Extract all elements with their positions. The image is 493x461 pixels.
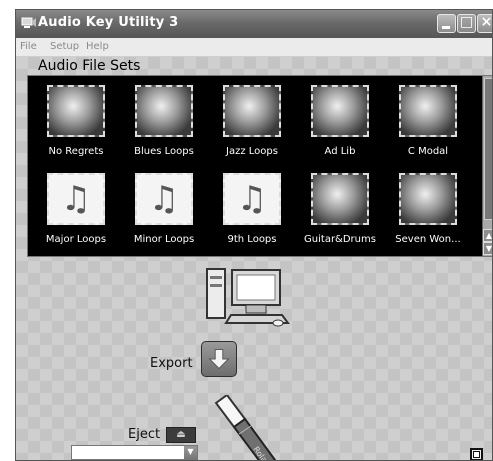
usb-drive-icon: Roland (214, 395, 277, 460)
file-set-9th-loops[interactable]: ♫ 9th Loops (208, 168, 296, 254)
maximize-icon: □ (459, 14, 474, 30)
file-set-label: Jazz Loops (226, 146, 278, 157)
file-set-label: Blues Loops (134, 146, 194, 157)
eject-button[interactable]: ⏏ (166, 427, 196, 443)
main-content: Audio File Sets No Regrets Blues Loops J… (16, 57, 493, 460)
photo-thumbnail-icon (311, 173, 369, 225)
minimize-icon (442, 26, 450, 29)
eject-icon: ⏏ (176, 429, 186, 440)
file-set-label: No Regrets (48, 146, 104, 157)
eject-label: Eject (128, 427, 161, 442)
chevron-up-icon: ▲ (485, 231, 493, 240)
photo-thumbnail-icon (399, 85, 457, 137)
photo-thumbnail-icon (399, 173, 457, 225)
title-bar: Audio Key Utility 3 □ × (16, 10, 492, 38)
menu-file[interactable]: File (20, 41, 37, 52)
minimize-button[interactable] (437, 14, 456, 33)
arrow-down-icon (208, 349, 230, 370)
photo-thumbnail-icon (311, 85, 369, 137)
menu-help[interactable]: Help (86, 41, 109, 52)
file-set-label: Ad Lib (324, 146, 356, 157)
scroll-up-button[interactable]: ▲ (483, 229, 493, 242)
audio-file-sets-title: Audio File Sets (38, 58, 141, 74)
file-set-label: Seven Won... (395, 234, 461, 245)
file-set-major-loops[interactable]: ♫ Major Loops (32, 168, 120, 254)
app-icon (21, 17, 36, 28)
file-set-label: 9th Loops (227, 234, 277, 245)
scrollbar-thumb[interactable] (484, 78, 492, 220)
close-button[interactable]: × (477, 14, 493, 33)
file-set-c-modal[interactable]: C Modal (384, 80, 472, 166)
file-set-label: Major Loops (45, 234, 107, 245)
photo-thumbnail-icon (135, 85, 193, 137)
file-set-no-regrets[interactable]: No Regrets (32, 80, 120, 166)
close-icon: × (480, 14, 493, 30)
file-set-label: Minor Loops (133, 234, 195, 245)
music-notes-icon: ♫ (135, 173, 193, 225)
file-set-seven-wonders[interactable]: Seven Won... (384, 168, 472, 254)
export-button[interactable] (201, 341, 237, 377)
chevron-down-icon: ▼ (485, 244, 493, 253)
photo-thumbnail-icon (223, 85, 281, 137)
menu-bar: File Setup Help (16, 38, 492, 57)
file-set-label: Guitar&Drums (304, 234, 376, 245)
file-set-ad-lib[interactable]: Ad Lib (296, 80, 384, 166)
file-set-jazz-loops[interactable]: Jazz Loops (208, 80, 296, 166)
audio-key-utility-window: Audio Key Utility 3 □ × File Setup Help … (15, 9, 493, 461)
file-set-minor-loops[interactable]: ♫ Minor Loops (120, 168, 208, 254)
maximize-button[interactable]: □ (457, 14, 476, 33)
photo-thumbnail-icon (47, 85, 105, 137)
chevron-down-icon[interactable]: ▼ (184, 446, 197, 459)
file-set-blues-loops[interactable]: Blues Loops (120, 80, 208, 166)
file-set-guitar-drums[interactable]: Guitar&Drums (296, 168, 384, 254)
vertical-scrollbar[interactable]: ▲ ▼ (482, 76, 493, 256)
music-notes-icon: ♫ (223, 173, 281, 225)
drive-select[interactable]: ▼ (71, 445, 198, 460)
audio-file-sets-gallery: No Regrets Blues Loops Jazz Loops Ad Lib… (27, 75, 493, 257)
file-set-label: C Modal (407, 146, 449, 157)
scroll-down-button[interactable]: ▼ (483, 242, 493, 255)
computer-icon (206, 268, 290, 327)
window-restore-icon[interactable] (470, 448, 483, 460)
music-notes-icon: ♫ (47, 173, 105, 225)
menu-setup[interactable]: Setup (50, 41, 79, 52)
window-title: Audio Key Utility 3 (38, 15, 179, 30)
export-label: Export (150, 356, 193, 371)
